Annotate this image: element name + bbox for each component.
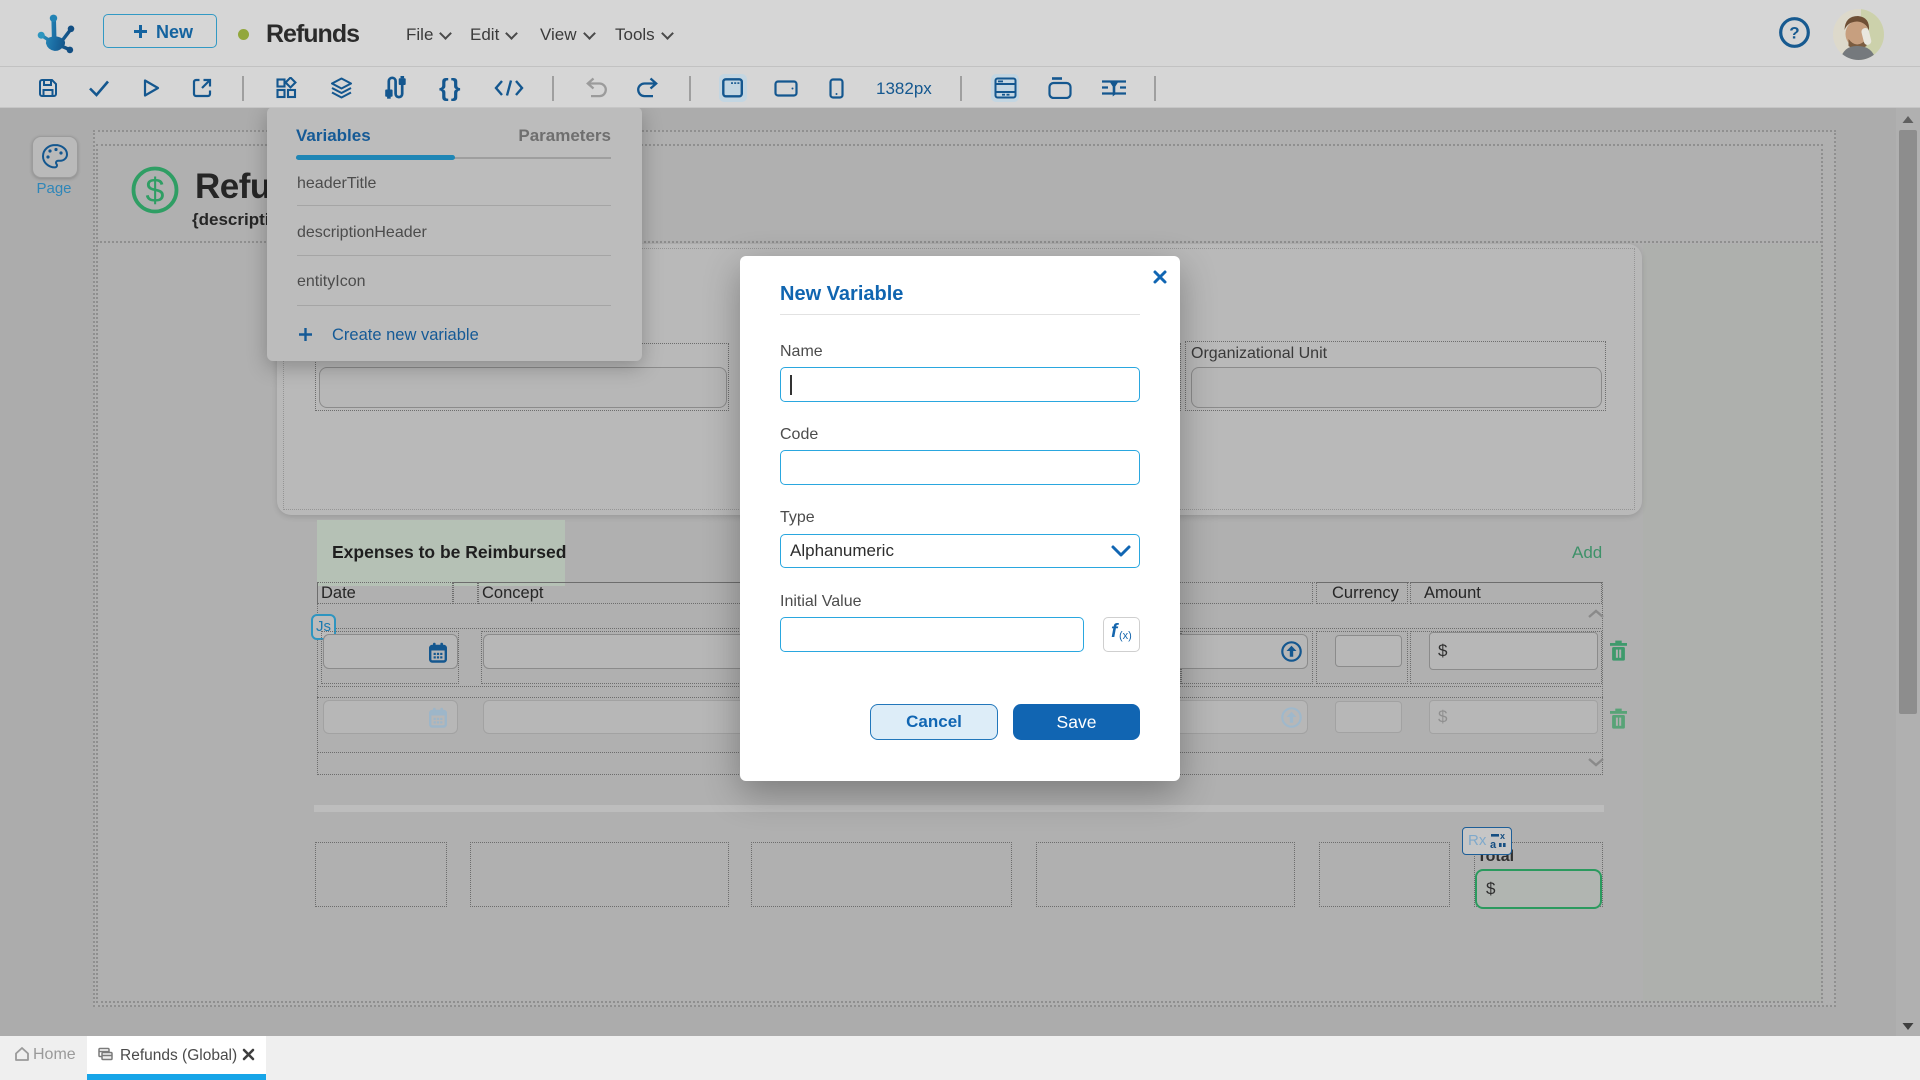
svg-text:$: $ <box>146 172 165 210</box>
svg-text:?: ? <box>1789 24 1799 43</box>
svg-text:x: x <box>1500 831 1505 841</box>
svg-text:a: a <box>1490 839 1497 851</box>
